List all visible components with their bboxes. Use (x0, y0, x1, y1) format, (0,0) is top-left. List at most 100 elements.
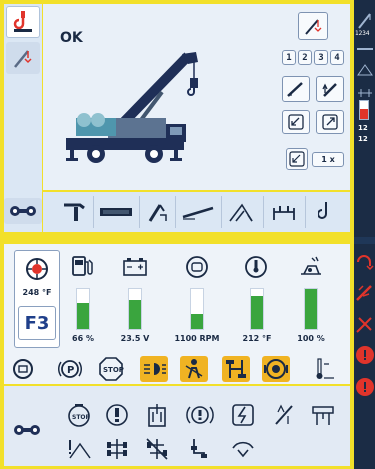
axle-config-button[interactable] (8, 420, 46, 440)
brake-warning-status[interactable] (104, 402, 130, 428)
warning-panel (4, 386, 350, 466)
crane-display: OK 1 2 3 4 1 x 1234 12 12 248 °F F3 66 %… (0, 0, 375, 469)
electrical-warning-status[interactable] (230, 402, 256, 428)
tab-hook[interactable] (6, 6, 40, 38)
stop-status[interactable]: STOP (98, 356, 124, 382)
main-boom-button[interactable] (58, 198, 92, 226)
axle-lock-status[interactable] (144, 436, 170, 462)
outrigger-icon (229, 203, 253, 222)
axle-icon (107, 439, 127, 459)
error-1-icon (364, 350, 366, 360)
hook-block-button[interactable] (298, 12, 328, 40)
filter-status[interactable] (144, 402, 170, 428)
outrigger-left-button[interactable] (282, 110, 310, 134)
svg-text:STOP: STOP (103, 366, 124, 374)
multiplier-button[interactable]: 1 x (312, 152, 344, 167)
drive-warning[interactable] (222, 356, 250, 382)
battery-icon (122, 254, 148, 284)
coolant-icon (244, 254, 270, 284)
error-1-alarm[interactable] (356, 346, 374, 364)
error-2-icon (364, 382, 366, 392)
electrical-warning-icon (232, 404, 254, 426)
counter-digit-2[interactable]: 2 (298, 50, 312, 65)
tab-boom[interactable] (6, 42, 40, 74)
wipers-status[interactable] (230, 436, 256, 462)
brake-warning-icon (106, 404, 128, 426)
counter-digit-4[interactable]: 4 (330, 50, 344, 65)
hook-block-icon (305, 19, 322, 35)
parking-brake-status[interactable]: P (58, 358, 82, 380)
steering-status[interactable] (186, 436, 212, 462)
counter-digit-3[interactable]: 3 (314, 50, 328, 65)
gear-label: F3 (24, 312, 50, 334)
main-boom-icon (64, 203, 85, 221)
stop-engine-status[interactable]: STOP (66, 402, 92, 428)
boom-angle-icon (287, 82, 303, 97)
boom-lift-icon (322, 83, 337, 97)
battery-gauge-value: 23.5 V (120, 334, 150, 343)
jib-button[interactable] (142, 198, 172, 226)
engine-warning[interactable] (262, 356, 290, 382)
counter-digit-1[interactable]: 1 (282, 50, 296, 65)
adblue-gauge-fill (305, 289, 317, 329)
jib-icon (148, 204, 167, 222)
crane-view-icon (312, 406, 334, 425)
axle-lock-icon (146, 438, 168, 460)
rigging-icon (10, 206, 36, 216)
error-2-alarm[interactable] (356, 378, 374, 396)
slope-status-icon (357, 62, 373, 76)
counterweight-button[interactable] (266, 198, 302, 226)
hook-icon (318, 202, 327, 219)
lights-warning[interactable] (140, 356, 168, 382)
engine-speed-gauge-fill (191, 313, 203, 329)
tilt-status[interactable] (272, 402, 298, 428)
slope-warning-status[interactable] (66, 436, 92, 462)
boom-alarm-icon (356, 285, 372, 301)
engine-temp-value: 248 °F (22, 288, 52, 297)
hook-alarm-icon (357, 255, 374, 271)
hook-status-icon (356, 10, 374, 30)
fuel-gauge-value: 66 % (72, 334, 94, 343)
load-bar (359, 100, 369, 120)
counter-display: 1 2 3 4 (282, 50, 344, 65)
hook-button[interactable] (308, 198, 344, 226)
temperature-warning-icon (316, 358, 334, 379)
engine-warning-icon (264, 359, 288, 379)
temperature-status[interactable] (310, 356, 336, 382)
seatbelt-warning[interactable] (180, 356, 208, 382)
outrigger-right-button[interactable] (316, 110, 344, 134)
engine-temp-icon (24, 256, 50, 286)
filter-icon (148, 404, 166, 427)
engine-speed-icon (184, 254, 210, 284)
tilt-icon (275, 404, 293, 425)
boom-lift-button[interactable] (316, 76, 344, 102)
outrigger-button[interactable] (224, 198, 260, 226)
axle-status[interactable] (104, 436, 130, 462)
outrigger-left-icon (288, 114, 304, 130)
rigging-bottom-icon (14, 425, 40, 435)
outrigger-set-icon (289, 151, 305, 167)
luffing-button[interactable] (178, 198, 218, 226)
outrigger-alarm[interactable] (355, 314, 374, 334)
hook-alarm[interactable] (355, 252, 374, 272)
boom-angle-button[interactable] (282, 76, 310, 102)
outrigger-set-button[interactable] (286, 148, 308, 170)
brake-circle-icon (186, 406, 214, 424)
level-status-icon (357, 84, 373, 97)
slope-warning-icon (69, 440, 91, 459)
crane-boom-icon (14, 50, 32, 68)
crane-view-status[interactable] (310, 402, 336, 428)
rigging-button[interactable] (4, 198, 42, 224)
engine-speed-gauge-bar (190, 288, 204, 330)
steering-icon (191, 439, 207, 458)
boom-alarm[interactable] (355, 282, 374, 302)
crane-illustration (66, 52, 198, 163)
engine-status[interactable] (12, 358, 34, 380)
coolant-gauge-fill (251, 296, 263, 329)
brake-circle-status[interactable] (186, 402, 214, 428)
crane-hook-icon (13, 11, 32, 32)
stop-engine-icon: STOP (68, 404, 91, 427)
readout-bottom: 12 (358, 135, 368, 143)
telescope-button[interactable] (96, 198, 136, 226)
counterweight-icon (273, 206, 295, 220)
